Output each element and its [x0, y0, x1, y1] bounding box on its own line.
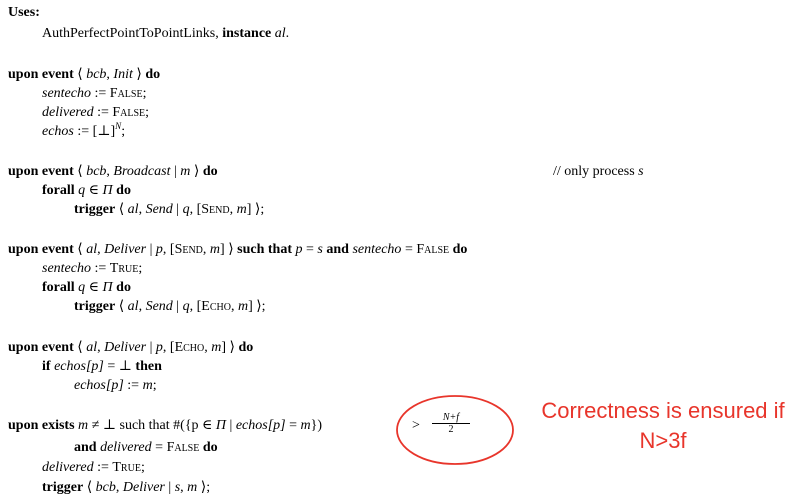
annotation-line2: N>3f — [639, 428, 687, 453]
annotation-line1: Correctness is ensured if — [541, 398, 785, 423]
highlight-circle — [396, 395, 514, 465]
